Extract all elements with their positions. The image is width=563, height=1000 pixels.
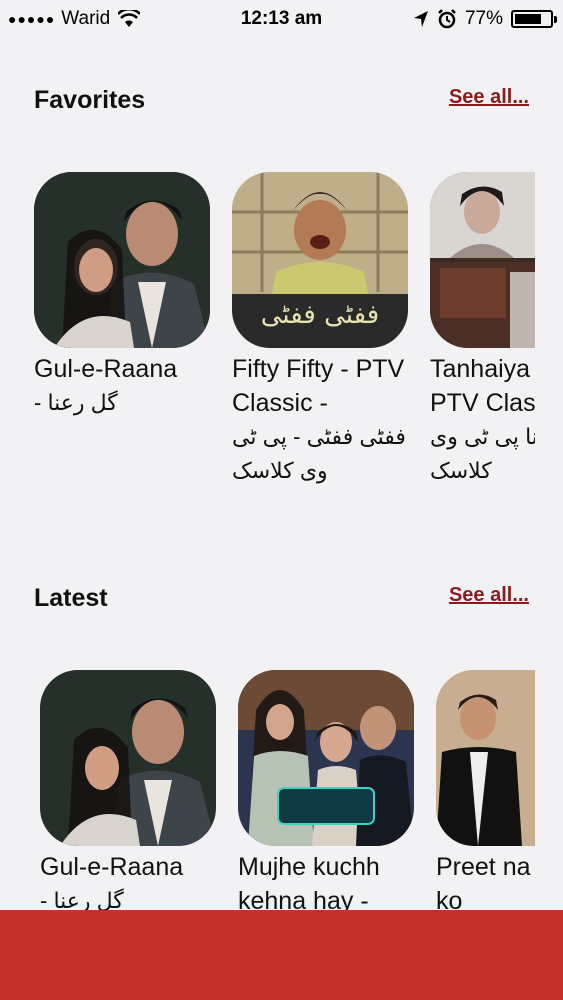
latest-title-en: Preet na kariyo ko: [436, 853, 535, 910]
battery-percent: 77%: [464, 8, 503, 29]
latest-title-en: Mujhe kuchh kehna hay -: [238, 853, 380, 910]
latest-card-gul-e-raana[interactable]: Gul-e-Raana گل رعنا -: [40, 670, 220, 910]
tanhaiyan-thumbnail[interactable]: [430, 172, 535, 348]
latest-title: Latest: [34, 584, 108, 612]
latest-title-ur: گل رعنا -: [40, 888, 124, 910]
battery-level: [515, 14, 541, 24]
favorite-title-en: Fifty Fifty - PTV Classic -: [232, 355, 405, 417]
latest-see-all-link[interactable]: See all...: [449, 584, 529, 607]
favorite-title-ur: گل رعنا -: [34, 390, 118, 415]
favorites-header: Favorites See all...: [34, 86, 529, 126]
gul-e-raana-thumbnail[interactable]: [40, 670, 216, 846]
favorite-title-ur: پرانا پی ٹی وی کلاسک: [430, 424, 535, 483]
mujhe-kuchh-thumbnail[interactable]: [238, 670, 414, 846]
location-arrow-icon: [413, 11, 428, 27]
battery-icon: [511, 10, 557, 28]
latest-header: Latest See all...: [34, 584, 529, 624]
favorite-title-en: Gul-e-Raana: [34, 355, 178, 383]
favorite-card-fifty-fifty[interactable]: ففٹی ففٹی Fifty Fifty - PTV Classic - فف…: [232, 172, 412, 488]
gul-e-raana-thumbnail[interactable]: [34, 172, 210, 348]
preet-na-kariyo-thumbnail[interactable]: [436, 670, 535, 846]
favorite-title-en: Tanhaiya Old PTV Classic -: [430, 355, 535, 417]
favorites-title: Favorites: [34, 86, 146, 114]
favorite-card-tanhaiyan[interactable]: Tanhaiya Old PTV Classic - پرانا پی ٹی و…: [430, 172, 535, 488]
thumbnail-urdu-text: ففٹی ففٹی: [260, 300, 380, 330]
favorite-title-ur: ففٹی ففٹی - پی ٹی وی کلاسک: [232, 424, 406, 483]
favorites-see-all-link[interactable]: See all...: [449, 86, 529, 109]
favorite-card-gul-e-raana[interactable]: Gul-e-Raana گل رعنا -: [34, 172, 214, 420]
latest-title-en: Gul-e-Raana: [40, 853, 184, 881]
alarm-clock-icon: [438, 9, 456, 29]
latest-card-preet-na-kariyo[interactable]: Preet na kariyo ko: [436, 670, 535, 910]
favorites-row[interactable]: Gul-e-Raana گل رعنا - ففٹی ففٹی Fifty Fi…: [0, 172, 535, 572]
latest-card-mujhe-kuchh[interactable]: Mujhe kuchh kehna hay -: [238, 670, 418, 910]
latest-row[interactable]: Gul-e-Raana گل رعنا - Mujhe kuchh kehna …: [0, 670, 535, 910]
status-right: 77%: [413, 8, 557, 30]
bottom-banner: [0, 910, 563, 1000]
status-bar: ●●●●● Warid 12:13 am 77%: [0, 0, 563, 38]
fifty-fifty-thumbnail[interactable]: ففٹی ففٹی: [232, 172, 408, 348]
